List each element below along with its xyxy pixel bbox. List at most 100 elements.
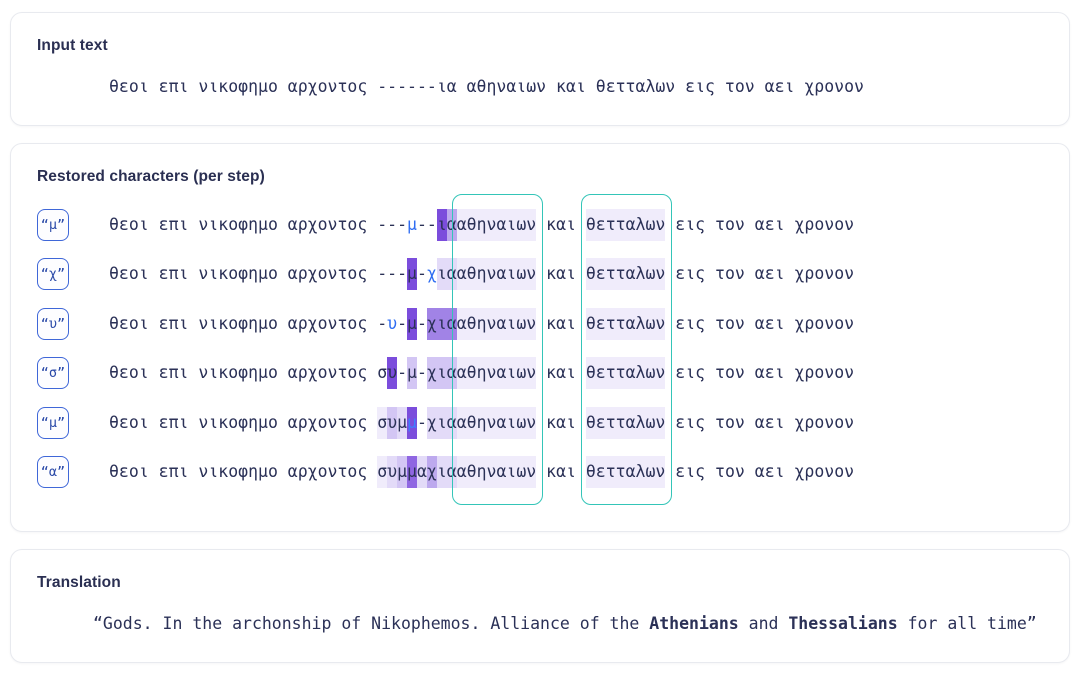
- predicted-char-badge[interactable]: “α”: [37, 456, 69, 489]
- restored-step-row: “χ” θεοι επι νικοφημο αρχοντος --- μ - χ ια αθ…: [37, 250, 1043, 300]
- input-text-card: Input text θεοι επι νικοφημο αρχοντος --…: [10, 12, 1070, 126]
- sequence-segment: εις τον αει χρονον: [665, 363, 855, 383]
- sequence-segment: και: [536, 363, 586, 383]
- translation-segment: “Gods. In the archonship of Nikophemos. …: [93, 614, 650, 633]
- sequence-segment: θεοι επι νικοφημο αρχοντος: [109, 412, 378, 432]
- sequence-segment: -: [397, 313, 408, 333]
- sequence-segment: υ: [387, 406, 398, 439]
- sequence-segment: α: [416, 456, 427, 489]
- sequence-segment: υ: [387, 357, 398, 390]
- predicted-char-badge[interactable]: “σ”: [37, 357, 69, 390]
- sequence-segment: θεοι επι νικοφημο αρχοντος: [109, 313, 378, 333]
- restored-step-row: “υ” θεοι επι νικοφημο αρχοντος - υ - μ - χια αθ…: [37, 299, 1043, 349]
- translation-segment: for all time”: [897, 614, 1037, 633]
- sequence-segment: σ: [377, 363, 388, 383]
- sequence-segment: σ: [377, 406, 388, 439]
- restored-sequence: θεοι επι νικοφημο αρχοντος σ υ μ μ - χια αθηνα…: [109, 406, 855, 439]
- sequence-segment: μ: [407, 406, 417, 439]
- sequence-segment: μ: [397, 406, 408, 439]
- sequence-segment: ια: [436, 456, 457, 489]
- sequence-segment: χια: [426, 357, 457, 390]
- predicted-char-badge[interactable]: “υ”: [37, 307, 69, 340]
- entity-word-thessalians: θετταλων: [585, 456, 666, 489]
- restored-characters-card: Restored characters (per step) “μ” θεοι ε…: [10, 143, 1070, 532]
- sequence-segment: μ: [407, 307, 417, 340]
- sequence-segment: χια: [426, 307, 457, 340]
- entity-word-athenians: αθηναιων: [456, 456, 537, 489]
- entity-word-thessalians: θετταλων: [585, 307, 666, 340]
- sequence-segment: α: [446, 208, 457, 241]
- sequence-segment: θεοι επι νικοφημο αρχοντος: [109, 264, 378, 284]
- sequence-segment: μ: [407, 214, 417, 234]
- restored-step-row: “α” θεοι επι νικοφημο αρχοντος σ υ μ μ α χ ια αθ…: [37, 448, 1043, 498]
- sequence-segment: θεοι επι νικοφημο αρχοντος: [109, 363, 378, 383]
- entity-word-thessalians: θετταλων: [585, 208, 666, 241]
- sequence-segment: χια: [426, 406, 457, 439]
- translation-entity: Thessalians: [788, 614, 898, 633]
- predicted-char-badge[interactable]: “μ”: [37, 208, 69, 241]
- translation-value: “Gods. In the archonship of Nikophemos. …: [93, 614, 1037, 633]
- restored-sequence: θεοι επι νικοφημο αρχοντος - υ - μ - χια αθηνα…: [109, 307, 855, 340]
- restored-sequence: θεοι επι νικοφημο αρχοντος --- μ - χ ια αθηνα…: [109, 258, 855, 291]
- sequence-segment: θεοι επι νικοφημο αρχοντος: [109, 214, 378, 234]
- sequence-segment: σ: [377, 456, 388, 489]
- entity-word-athenians: αθηναιων: [456, 208, 537, 241]
- page-root: Input text θεοι επι νικοφημο αρχοντος --…: [0, 0, 1080, 698]
- sequence-segment: μ: [407, 357, 417, 390]
- input-text-line: θεοι επι νικοφημο αρχοντος ------ια αθην…: [37, 77, 1043, 97]
- sequence-segment: και: [536, 462, 586, 482]
- restored-step-row: “σ” θεοι επι νικοφημο αρχοντος σ υ - μ - χια αθ…: [37, 349, 1043, 399]
- predicted-char-badge[interactable]: “μ”: [37, 406, 69, 439]
- entity-word-thessalians: θετταλων: [585, 357, 666, 390]
- sequence-segment: εις τον αει χρονον: [665, 264, 855, 284]
- restored-sequence: θεοι επι νικοφημο αρχοντος σ υ μ μ α χ ια αθηνα…: [109, 456, 855, 489]
- entity-word-athenians: αθηναιων: [456, 357, 537, 390]
- sequence-segment: ---: [377, 214, 408, 234]
- sequence-segment: θεοι επι νικοφημο αρχοντος: [109, 462, 378, 482]
- sequence-segment: και: [536, 264, 586, 284]
- entity-word-athenians: αθηναιων: [456, 406, 537, 439]
- sequence-segment: μ: [397, 456, 408, 489]
- entity-word-athenians: αθηναιων: [456, 258, 537, 291]
- sequence-segment: -: [397, 363, 408, 383]
- entity-word-athenians: αθηναιων: [456, 307, 537, 340]
- sequence-segment: --: [416, 214, 437, 234]
- sequence-segment: υ: [387, 313, 398, 333]
- translation-entity: Athenians: [649, 614, 739, 633]
- translation-label: Translation: [37, 574, 121, 591]
- sequence-segment: ι: [436, 208, 447, 241]
- sequence-segment: εις τον αει χρονον: [665, 412, 855, 432]
- sequence-segment: και: [536, 214, 586, 234]
- restored-sequence: θεοι επι νικοφημο αρχοντος --- μ -- ι α αθηνα…: [109, 208, 855, 241]
- predicted-char-badge[interactable]: “χ”: [37, 258, 69, 291]
- sequence-segment: -: [416, 412, 427, 432]
- translation-line: “Gods. In the archonship of Nikophemos. …: [37, 614, 1043, 634]
- sequence-segment: υ: [387, 456, 398, 489]
- sequence-segment: μ: [407, 258, 417, 291]
- sequence-segment: χ: [426, 264, 437, 284]
- sequence-segment: εις τον αει χρονον: [665, 214, 855, 234]
- restored-step-row: “μ” θεοι επι νικοφημο αρχοντος --- μ -- ι α αθ…: [37, 200, 1043, 250]
- translation-card: Translation “Gods. In the archonship of …: [10, 549, 1070, 663]
- entity-word-thessalians: θετταλων: [585, 258, 666, 291]
- sequence-segment: εις τον αει χρονον: [665, 462, 855, 482]
- sequence-segment: ια: [436, 258, 457, 291]
- sequence-segment: -: [416, 313, 427, 333]
- restored-sequence: θεοι επι νικοφημο αρχοντος σ υ - μ - χια αθηνα…: [109, 357, 855, 390]
- restored-steps-list: “μ” θεοι επι νικοφημο αρχοντος --- μ -- ι α αθ…: [37, 200, 1043, 497]
- restored-step-row: “μ” θεοι επι νικοφημο αρχοντος σ υ μ μ - χια αθ…: [37, 398, 1043, 448]
- input-text-value: θεοι επι νικοφημο αρχοντος ------ια αθην…: [109, 77, 864, 96]
- sequence-segment: και: [536, 313, 586, 333]
- sequence-segment: -: [416, 264, 427, 284]
- restored-characters-label: Restored characters (per step): [37, 168, 265, 185]
- entity-word-thessalians: θετταλων: [585, 406, 666, 439]
- input-text-label: Input text: [37, 37, 108, 54]
- sequence-segment: μ: [407, 456, 417, 489]
- sequence-segment: εις τον αει χρονον: [665, 313, 855, 333]
- sequence-segment: -: [416, 363, 427, 383]
- sequence-segment: -: [377, 313, 388, 333]
- translation-segment: and: [738, 614, 789, 633]
- sequence-segment: χ: [426, 456, 437, 489]
- sequence-segment: ---: [377, 264, 408, 284]
- sequence-segment: και: [536, 412, 586, 432]
